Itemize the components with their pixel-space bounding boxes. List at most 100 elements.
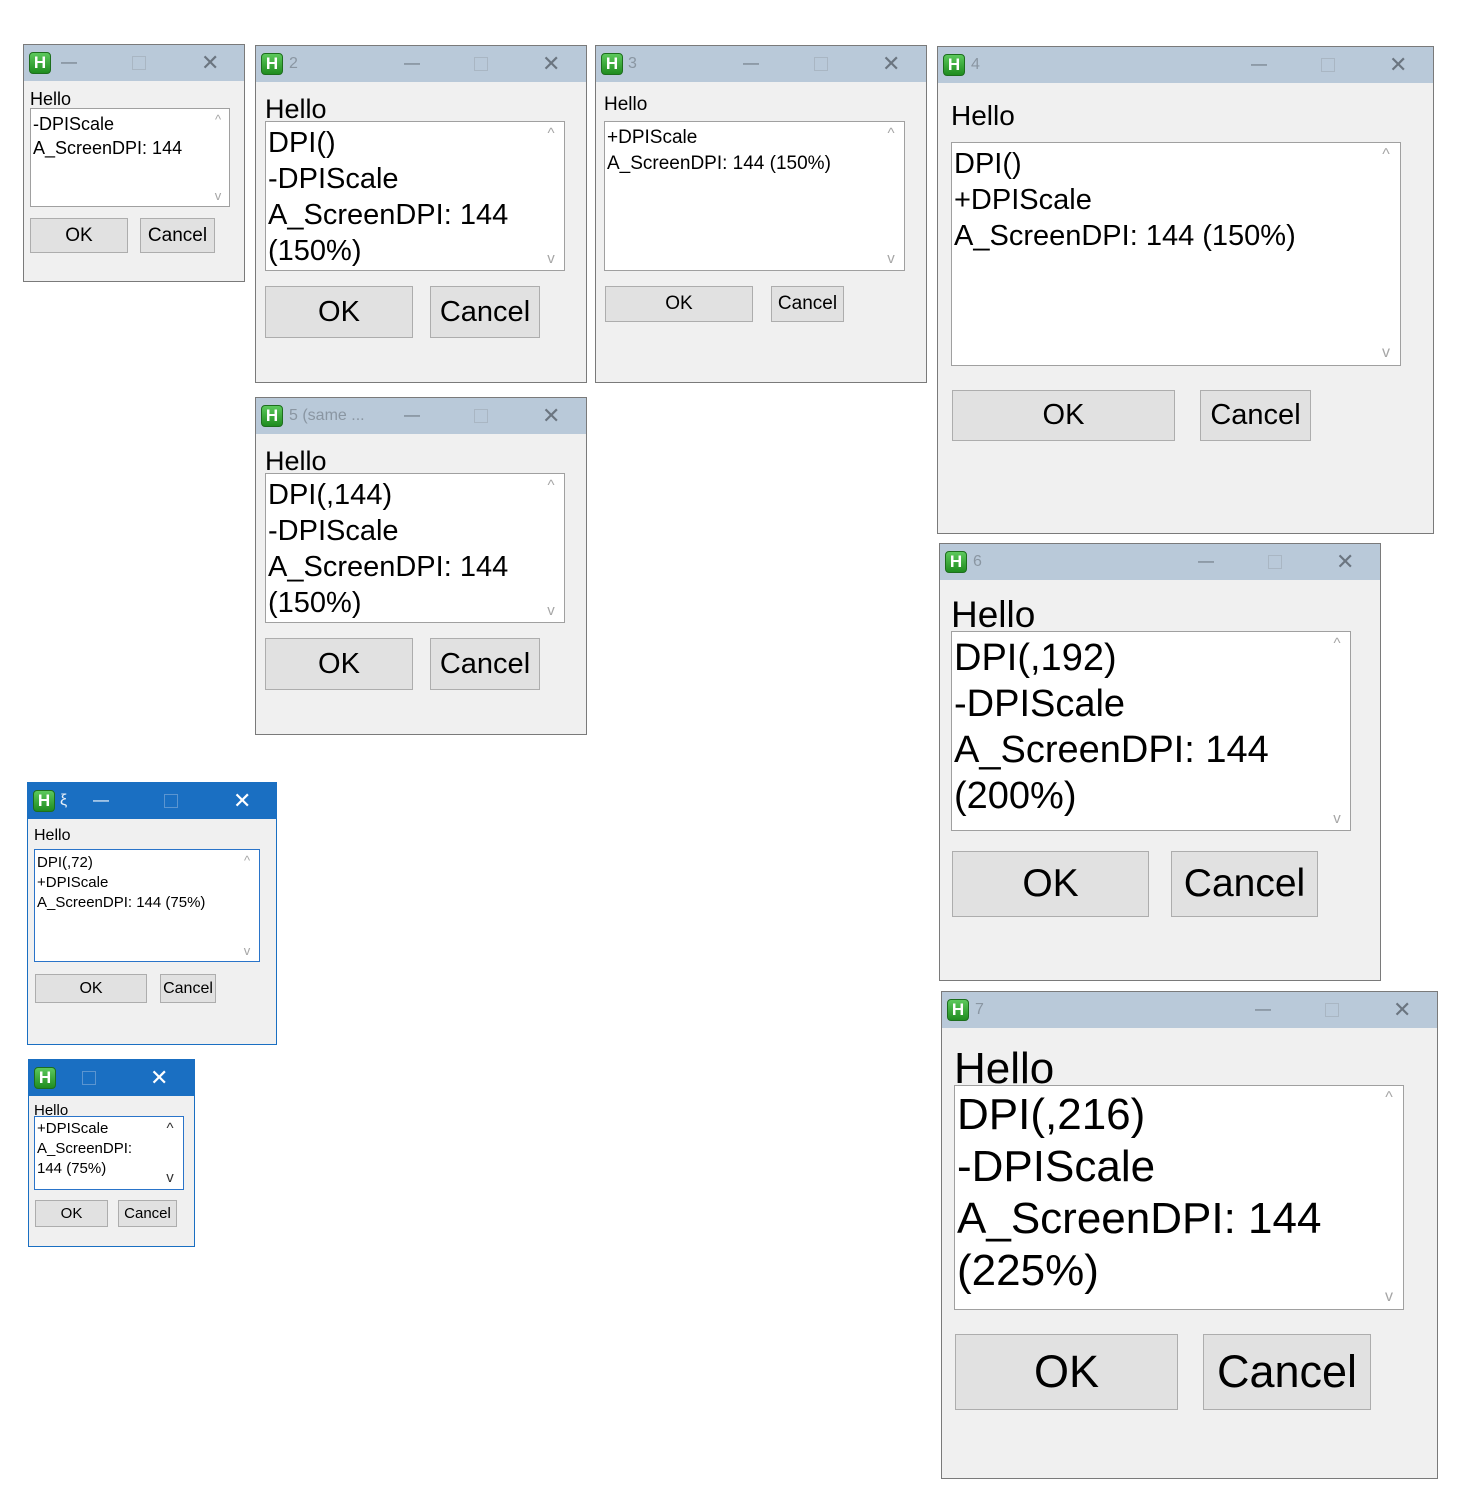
close-icon[interactable]: ✕ bbox=[150, 1065, 168, 1091]
vertical-scrollbar[interactable]: ^ v bbox=[235, 850, 259, 961]
edit-content[interactable]: +DPIScale A_ScreenDPI: 144 (75%) bbox=[37, 1119, 132, 1179]
ok-button[interactable]: OK bbox=[35, 1200, 108, 1227]
close-icon[interactable]: ✕ bbox=[1393, 997, 1411, 1023]
edit-content[interactable]: +DPIScale A_ScreenDPI: 144 (150%) bbox=[607, 125, 831, 177]
title-bar[interactable]: H 7 — ✕ bbox=[942, 992, 1437, 1028]
scroll-down-arrow[interactable]: v bbox=[157, 1170, 183, 1185]
text-edit[interactable]: +DPIScale A_ScreenDPI: 144 (75%) ^ v bbox=[34, 1116, 184, 1190]
minimize-icon[interactable]: — bbox=[404, 55, 420, 73]
maximize-icon[interactable] bbox=[82, 1071, 96, 1085]
vertical-scrollbar[interactable]: ^ v bbox=[1375, 1086, 1403, 1309]
scroll-down-arrow[interactable]: v bbox=[878, 251, 904, 266]
maximize-icon[interactable] bbox=[814, 57, 828, 71]
edit-content[interactable]: DPI() +DPIScale A_ScreenDPI: 144 (150%) bbox=[954, 146, 1296, 254]
edit-content[interactable]: DPI(,72) +DPIScale A_ScreenDPI: 144 (75%… bbox=[37, 853, 205, 913]
scroll-down-arrow[interactable]: v bbox=[538, 603, 564, 618]
vertical-scrollbar[interactable]: ^ v bbox=[878, 122, 904, 270]
cancel-button[interactable]: Cancel bbox=[430, 638, 540, 690]
scroll-up-arrow[interactable]: ^ bbox=[207, 113, 229, 126]
title-bar[interactable]: H — ✕ bbox=[24, 45, 244, 81]
close-icon[interactable]: ✕ bbox=[882, 51, 900, 77]
ok-button[interactable]: OK bbox=[265, 638, 413, 690]
maximize-icon[interactable] bbox=[474, 409, 488, 423]
edit-content[interactable]: -DPIScale A_ScreenDPI: 144 bbox=[33, 112, 182, 160]
vertical-scrollbar[interactable]: ^ v bbox=[1372, 143, 1400, 365]
edit-content[interactable]: DPI() -DPIScale A_ScreenDPI: 144 (150%) bbox=[268, 125, 508, 269]
cancel-button[interactable]: Cancel bbox=[1203, 1334, 1371, 1410]
close-icon[interactable]: ✕ bbox=[233, 788, 251, 814]
maximize-icon[interactable] bbox=[1325, 1003, 1339, 1017]
vertical-scrollbar[interactable]: ^ v bbox=[1324, 632, 1350, 830]
minimize-icon[interactable]: — bbox=[61, 54, 77, 72]
ok-button[interactable]: OK bbox=[955, 1334, 1178, 1410]
cancel-button[interactable]: Cancel bbox=[430, 286, 540, 338]
minimize-icon[interactable]: — bbox=[93, 792, 109, 810]
ok-button[interactable]: OK bbox=[30, 218, 128, 253]
maximize-icon[interactable] bbox=[1268, 555, 1282, 569]
edit-content[interactable]: DPI(,192) -DPIScale A_ScreenDPI: 144 (20… bbox=[954, 635, 1269, 819]
window-9: H ✕ Hello +DPIScale A_ScreenDPI: 144 (75… bbox=[28, 1059, 195, 1247]
scroll-down-arrow[interactable]: v bbox=[1324, 811, 1350, 826]
ok-button[interactable]: OK bbox=[952, 390, 1175, 441]
maximize-icon[interactable] bbox=[164, 794, 178, 808]
vertical-scrollbar[interactable]: ^ v bbox=[538, 122, 564, 270]
ok-button[interactable]: OK bbox=[952, 851, 1149, 917]
ok-button[interactable]: OK bbox=[35, 974, 147, 1003]
title-bar[interactable]: H 2 — ✕ bbox=[256, 46, 586, 82]
minimize-icon[interactable]: — bbox=[1198, 553, 1214, 571]
edit-content[interactable]: DPI(,216) -DPIScale A_ScreenDPI: 144 (22… bbox=[957, 1089, 1321, 1297]
ok-button[interactable]: OK bbox=[265, 286, 413, 338]
cancel-button[interactable]: Cancel bbox=[140, 218, 215, 253]
scroll-up-arrow[interactable]: ^ bbox=[538, 478, 564, 493]
minimize-icon[interactable]: — bbox=[1251, 56, 1267, 74]
close-icon[interactable]: ✕ bbox=[1336, 549, 1354, 575]
maximize-icon[interactable] bbox=[474, 57, 488, 71]
ok-button[interactable]: OK bbox=[605, 286, 753, 322]
maximize-icon[interactable] bbox=[1321, 58, 1335, 72]
scroll-up-arrow[interactable]: ^ bbox=[538, 126, 564, 141]
cancel-button[interactable]: Cancel bbox=[771, 286, 844, 322]
title-bar[interactable]: H ✕ bbox=[29, 1060, 194, 1096]
scroll-up-arrow[interactable]: ^ bbox=[1375, 1090, 1403, 1106]
app-icon: H bbox=[261, 405, 283, 427]
close-icon[interactable]: ✕ bbox=[1389, 52, 1407, 78]
edit-content[interactable]: DPI(,144) -DPIScale A_ScreenDPI: 144 (15… bbox=[268, 477, 508, 621]
text-edit[interactable]: DPI(,144) -DPIScale A_ScreenDPI: 144 (15… bbox=[265, 473, 565, 623]
cancel-button[interactable]: Cancel bbox=[1200, 390, 1311, 441]
close-icon[interactable]: ✕ bbox=[542, 403, 560, 429]
title-bar[interactable]: H 5 (same ... — ✕ bbox=[256, 398, 586, 434]
text-edit[interactable]: DPI(,192) -DPIScale A_ScreenDPI: 144 (20… bbox=[951, 631, 1351, 831]
close-icon[interactable]: ✕ bbox=[542, 51, 560, 77]
text-edit[interactable]: -DPIScale A_ScreenDPI: 144 ^ v bbox=[30, 108, 230, 207]
text-edit[interactable]: DPI(,72) +DPIScale A_ScreenDPI: 144 (75%… bbox=[34, 849, 260, 962]
title-bar[interactable]: H 6 — ✕ bbox=[940, 544, 1380, 580]
text-edit[interactable]: DPI() +DPIScale A_ScreenDPI: 144 (150%) … bbox=[951, 142, 1401, 366]
scroll-up-arrow[interactable]: ^ bbox=[235, 854, 259, 867]
title-bar[interactable]: H ξ — ✕ bbox=[28, 783, 276, 819]
scroll-up-arrow[interactable]: ^ bbox=[1372, 147, 1400, 163]
scroll-up-arrow[interactable]: ^ bbox=[878, 126, 904, 141]
vertical-scrollbar[interactable]: ^ v bbox=[207, 109, 229, 206]
cancel-button[interactable]: Cancel bbox=[118, 1200, 177, 1227]
minimize-icon[interactable]: — bbox=[1255, 1001, 1271, 1019]
text-edit[interactable]: +DPIScale A_ScreenDPI: 144 (150%) ^ v bbox=[604, 121, 905, 271]
scroll-up-arrow[interactable]: ^ bbox=[157, 1121, 183, 1136]
title-bar[interactable]: H 3 — ✕ bbox=[596, 46, 926, 82]
scroll-down-arrow[interactable]: v bbox=[1372, 345, 1400, 361]
cancel-button[interactable]: Cancel bbox=[160, 974, 216, 1003]
text-edit[interactable]: DPI() -DPIScale A_ScreenDPI: 144 (150%) … bbox=[265, 121, 565, 271]
scroll-down-arrow[interactable]: v bbox=[538, 251, 564, 266]
scroll-down-arrow[interactable]: v bbox=[1375, 1289, 1403, 1305]
minimize-icon[interactable]: — bbox=[404, 407, 420, 425]
title-bar[interactable]: H 4 — ✕ bbox=[938, 47, 1433, 83]
minimize-icon[interactable]: — bbox=[743, 55, 759, 73]
close-icon[interactable]: ✕ bbox=[201, 50, 219, 76]
vertical-scrollbar[interactable]: ^ v bbox=[538, 474, 564, 622]
scroll-down-arrow[interactable]: v bbox=[235, 944, 259, 957]
cancel-button[interactable]: Cancel bbox=[1171, 851, 1318, 917]
scroll-down-arrow[interactable]: v bbox=[207, 189, 229, 202]
maximize-icon[interactable] bbox=[132, 56, 146, 70]
vertical-scrollbar[interactable]: ^ v bbox=[157, 1117, 183, 1189]
text-edit[interactable]: DPI(,216) -DPIScale A_ScreenDPI: 144 (22… bbox=[954, 1085, 1404, 1310]
scroll-up-arrow[interactable]: ^ bbox=[1324, 636, 1350, 651]
